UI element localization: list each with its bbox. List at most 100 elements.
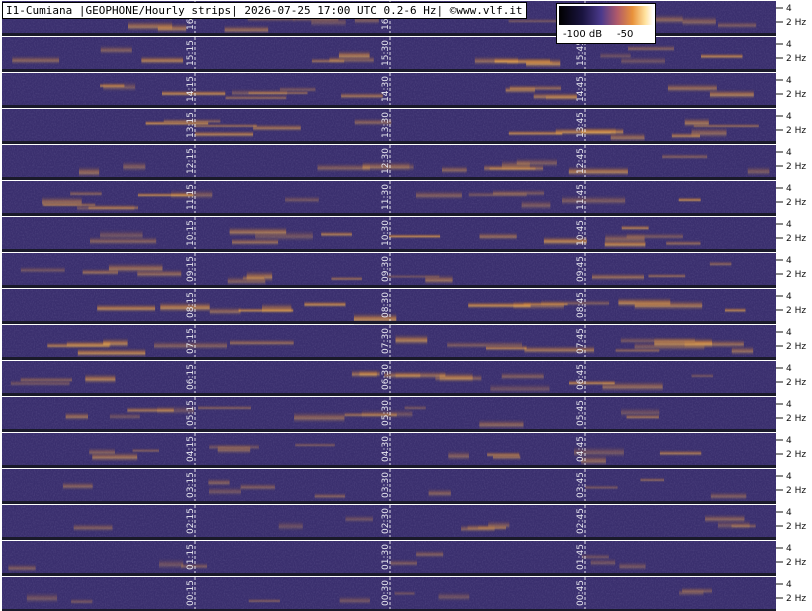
energy-band xyxy=(493,188,544,198)
energy-band xyxy=(442,164,467,175)
energy-band xyxy=(341,91,383,101)
time-label: 04:45 xyxy=(576,436,586,462)
energy-band xyxy=(501,370,544,382)
y-tick-label: 2 Hz xyxy=(786,558,806,568)
energy-band xyxy=(640,476,665,483)
energy-band xyxy=(467,522,506,533)
hour-strip: 01:15 01:30 01:45 4 2 Hz xyxy=(2,541,806,576)
hour-strip: 09:15 09:30 09:45 4 2 Hz xyxy=(2,253,806,288)
time-label: 01:45 xyxy=(576,544,586,570)
color-scale-min-label: -100 dB xyxy=(563,29,603,40)
hour-strip: 11:15 11:30 11:45 4 2 Hz xyxy=(2,181,806,216)
energy-band xyxy=(724,306,746,314)
time-label: 00:30 xyxy=(381,580,391,606)
time-label: 12:15 xyxy=(186,148,196,174)
energy-band xyxy=(209,305,241,317)
strip-separator xyxy=(2,465,776,468)
energy-band xyxy=(659,449,702,457)
energy-band xyxy=(351,368,377,380)
energy-band xyxy=(648,272,686,280)
time-label: 05:30 xyxy=(381,400,391,426)
time-label: 14:15 xyxy=(186,76,196,102)
energy-band xyxy=(425,273,453,286)
energy-band xyxy=(626,413,659,421)
energy-band xyxy=(141,54,184,66)
energy-band xyxy=(345,513,373,524)
energy-band xyxy=(160,300,210,314)
energy-band xyxy=(85,372,116,385)
energy-band xyxy=(10,378,70,388)
energy-band xyxy=(238,306,294,314)
energy-band xyxy=(209,442,259,451)
y-tick-label: 4 xyxy=(786,40,792,50)
energy-band xyxy=(747,164,770,178)
time-label: 11:15 xyxy=(186,184,196,210)
time-label: 14:30 xyxy=(381,76,391,102)
energy-band xyxy=(684,116,709,129)
time-label: 15:30 xyxy=(381,40,391,66)
y-tick-label: 2 Hz xyxy=(786,594,806,604)
energy-band xyxy=(240,482,275,492)
time-label: 09:30 xyxy=(381,256,391,282)
y-tick-label: 4 xyxy=(786,148,792,158)
strip-separator xyxy=(2,141,776,144)
hour-strip: 00:15 00:30 00:45 4 2 Hz xyxy=(2,577,806,611)
energy-band xyxy=(79,164,100,179)
y-tick-label: 4 xyxy=(786,580,792,590)
energy-band xyxy=(415,189,462,201)
time-label: 06:30 xyxy=(381,364,391,390)
energy-band xyxy=(248,597,280,604)
energy-band xyxy=(666,239,701,247)
y-tick-label: 2 Hz xyxy=(786,18,806,28)
energy-band xyxy=(225,94,287,101)
energy-band xyxy=(395,332,428,347)
strip-separator xyxy=(2,429,776,432)
energy-band xyxy=(619,560,646,572)
energy-band xyxy=(26,591,58,605)
energy-band xyxy=(615,346,660,354)
energy-band xyxy=(474,54,519,67)
strip-separator xyxy=(2,537,776,540)
hour-strip: 06:15 06:30 06:45 4 2 Hz xyxy=(2,361,806,396)
y-tick-label: 4 xyxy=(786,256,792,266)
energy-band xyxy=(100,228,143,242)
time-label: 03:45 xyxy=(576,472,586,498)
energy-band xyxy=(479,231,517,242)
time-label: 09:15 xyxy=(186,256,196,282)
energy-band xyxy=(493,451,521,462)
energy-band xyxy=(581,126,616,137)
energy-band xyxy=(285,194,319,205)
energy-band xyxy=(490,382,550,395)
strip-separator xyxy=(2,357,776,360)
time-label: 12:30 xyxy=(381,148,391,174)
time-label: 10:15 xyxy=(186,220,196,246)
energy-band xyxy=(253,122,301,133)
energy-band xyxy=(294,410,345,424)
y-tick-label: 4 xyxy=(786,400,792,410)
time-label: 06:15 xyxy=(186,364,196,390)
energy-band xyxy=(232,236,279,247)
energy-band xyxy=(710,490,747,502)
time-label: 07:30 xyxy=(381,328,391,354)
y-tick-label: 2 Hz xyxy=(786,126,806,136)
hour-strip: 15:15 15:30 15:45 42 Hz xyxy=(2,37,806,72)
time-label: 02:30 xyxy=(381,508,391,534)
y-tick-label: 2 Hz xyxy=(786,486,806,496)
energy-band xyxy=(123,159,146,173)
time-label: 02:15 xyxy=(186,508,196,534)
energy-band xyxy=(621,224,649,232)
energy-band xyxy=(70,189,102,198)
time-label: 03:15 xyxy=(186,472,196,498)
y-tick-label: 2 Hz xyxy=(786,54,806,64)
y-tick-label: 4 xyxy=(786,184,792,194)
energy-band xyxy=(331,275,362,282)
energy-band xyxy=(416,549,444,559)
time-label: 02:45 xyxy=(576,508,586,534)
y-tick-label: 4 xyxy=(786,544,792,554)
hour-strip: 13:15 13:30 13:45 4 2 Hz xyxy=(2,109,806,144)
strip-separator xyxy=(2,177,776,180)
energy-band xyxy=(230,338,294,347)
time-label: 04:30 xyxy=(381,436,391,462)
time-label: 08:45 xyxy=(576,292,586,318)
energy-band xyxy=(667,82,717,94)
